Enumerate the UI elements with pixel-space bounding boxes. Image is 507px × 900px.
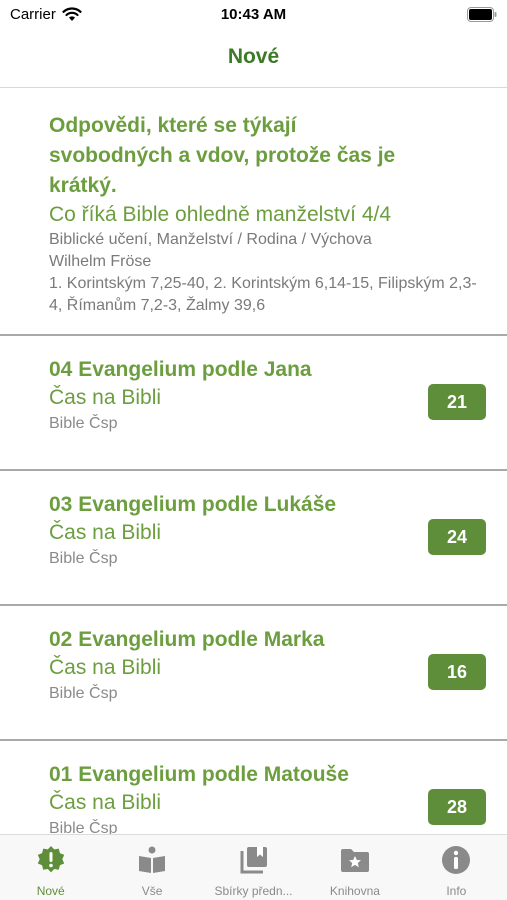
- content-list[interactable]: Odpovědi, které se týkají svobodných a v…: [0, 89, 507, 834]
- featured-category: Biblické učení, Manželství / Rodina / Vý…: [49, 231, 372, 248]
- item-subtitle: Čas na Bibli: [49, 386, 162, 409]
- page-title: Nové: [227, 45, 280, 68]
- item-title: 01 Evangelium podle Matouše: [49, 763, 349, 786]
- count-badge: 21: [428, 384, 486, 420]
- featured-references: 1. Korintským 7,25-40, 2. Korintským 6,1…: [49, 275, 477, 314]
- info-icon: [442, 846, 471, 874]
- featured-subtitle: Co říká Bible ohledně manželství 4/4: [49, 203, 392, 226]
- item-source: Bible Čsp: [49, 550, 118, 567]
- list-item[interactable]: 04 Evangelium podle Jana Čas na Bibli Bi…: [0, 336, 507, 471]
- item-source: Bible Čsp: [49, 820, 118, 834]
- item-source: Bible Čsp: [49, 685, 118, 702]
- tab-new[interactable]: Nové: [0, 835, 101, 900]
- tab-library[interactable]: Knihovna: [304, 835, 405, 900]
- tab-label: Knihovna: [329, 884, 380, 898]
- item-subtitle: Čas na Bibli: [49, 521, 162, 544]
- tab-info[interactable]: Info: [406, 835, 507, 900]
- tab-label: Vše: [141, 884, 163, 898]
- count-badge: 16: [428, 654, 486, 690]
- featured-title: Odpovědi, které se týkají svobodných a v…: [49, 114, 396, 197]
- status-bar: Carrier 10:43 AM: [0, 0, 507, 30]
- list-item[interactable]: 03 Evangelium podle Lukáše Čas na Bibli …: [0, 471, 507, 606]
- item-title: 03 Evangelium podle Lukáše: [49, 493, 337, 516]
- item-subtitle: Čas na Bibli: [49, 791, 162, 814]
- tab-bar: Nové Vše Sbírky předn... Knihovna Info: [0, 834, 507, 900]
- featured-author: Wilhelm Fröse: [49, 253, 152, 270]
- collections-icon: [240, 847, 267, 874]
- new-badge-icon: [37, 846, 64, 873]
- list-item[interactable]: 02 Evangelium podle Marka Čas na Bibli B…: [0, 606, 507, 741]
- battery-icon: [467, 7, 497, 22]
- item-source: Bible Čsp: [49, 415, 118, 432]
- navigation-bar: Nové: [0, 30, 507, 88]
- app-screen: Carrier 10:43 AM Nové Odpovědi, které se…: [0, 0, 507, 900]
- tab-label: Nové: [36, 884, 65, 898]
- featured-item[interactable]: Odpovědi, které se týkají svobodných a v…: [0, 89, 507, 336]
- item-title: 02 Evangelium podle Marka: [49, 628, 325, 651]
- item-subtitle: Čas na Bibli: [49, 656, 162, 679]
- status-time: 10:43 AM: [220, 6, 287, 23]
- count-badge: 28: [428, 789, 486, 825]
- count-badge: 24: [428, 519, 486, 555]
- item-title: 04 Evangelium podle Jana: [49, 358, 312, 381]
- open-book-icon: [139, 846, 166, 873]
- tab-label: Sbírky předn...: [214, 884, 293, 898]
- list-item[interactable]: 01 Evangelium podle Matouše Čas na Bibli…: [0, 741, 507, 834]
- folder-star-icon: [340, 849, 369, 872]
- tab-collections[interactable]: Sbírky předn...: [203, 835, 304, 900]
- tab-all[interactable]: Vše: [101, 835, 202, 900]
- tab-label: Info: [446, 884, 467, 898]
